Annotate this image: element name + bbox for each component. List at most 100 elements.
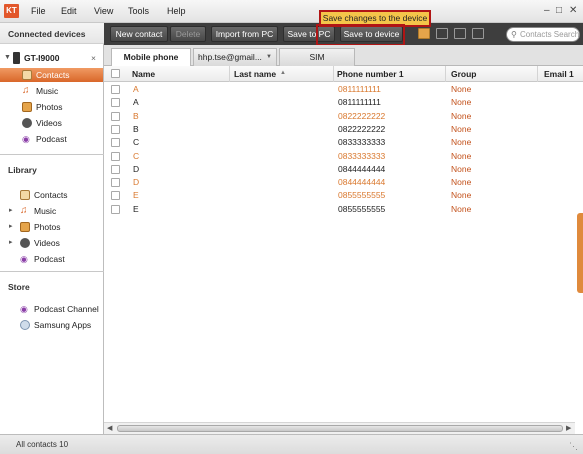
menu-file[interactable]: File (31, 6, 46, 16)
sidebar-item-label: Samsung Apps (34, 320, 92, 330)
close-icon[interactable]: ✕ (569, 5, 577, 17)
search-placeholder: Contacts Search (520, 30, 580, 39)
store-item-podcast-channel[interactable]: ◉ Podcast Channel (0, 302, 103, 316)
select-all-checkbox[interactable] (111, 69, 120, 78)
resize-grip-icon[interactable]: ⋱ (569, 441, 578, 452)
menu-edit[interactable]: Edit (61, 6, 77, 16)
sidebar: Connected devices ▼ GT-I9000 × Contacts … (0, 23, 104, 434)
import-from-pc-button[interactable]: Import from PC (211, 26, 278, 42)
cell-name: D (133, 163, 140, 174)
row-checkbox[interactable] (111, 151, 120, 161)
videos-icon (22, 118, 32, 128)
chevron-right-icon[interactable]: ▸ (9, 204, 13, 218)
sidebar-item-label: Photos (36, 102, 63, 112)
sidebar-item-label: Contacts (34, 190, 68, 200)
connected-devices-header: Connected devices (0, 23, 104, 44)
cell-group: None (451, 190, 472, 201)
sidebar-item-label: Podcast (36, 134, 67, 144)
sort-ascending-icon[interactable]: ▲ (280, 70, 286, 76)
sidebar-item-photos[interactable]: Photos (0, 100, 103, 114)
cell-name: B (133, 110, 139, 121)
sidebar-item-podcast[interactable]: ◉ Podcast (0, 132, 103, 146)
row-checkbox[interactable] (111, 98, 120, 108)
row-checkbox[interactable] (111, 124, 120, 134)
tab-bar: Mobile phone hhp.tse@gmail... ▼ SIM (104, 45, 583, 67)
chevron-right-icon[interactable]: ▸ (9, 220, 13, 234)
videos-icon (20, 238, 30, 248)
table-header: Name Last name ▲ Phone number 1 Group Em… (104, 66, 583, 82)
search-input[interactable]: ⚲ Contacts Search (506, 27, 580, 42)
row-checkbox[interactable] (111, 85, 120, 94)
samsung-apps-icon (20, 320, 30, 330)
column-group[interactable]: Group (451, 69, 477, 79)
side-panel-toggle[interactable] (577, 213, 583, 293)
list-view-icon[interactable] (418, 28, 430, 39)
detail-view-icon[interactable] (454, 28, 466, 39)
delete-button[interactable]: Delete (170, 26, 206, 42)
menu-tools[interactable]: Tools (128, 6, 149, 16)
table-row[interactable]: D 0844444444 None (104, 163, 577, 176)
menu-view[interactable]: View (94, 6, 113, 16)
device-row[interactable]: ▼ GT-I9000 × (0, 51, 103, 65)
scroll-left-icon[interactable]: ◀ (107, 423, 112, 434)
chevron-down-icon[interactable]: ▼ (4, 51, 11, 65)
column-last-name[interactable]: Last name (234, 69, 276, 79)
status-bar: All contacts 10 ⋱ (0, 434, 583, 454)
tab-google-account[interactable]: hhp.tse@gmail... ▼ (193, 48, 277, 66)
maximize-icon[interactable]: □ (556, 5, 562, 17)
library-item-podcast[interactable]: ◉ Podcast (0, 252, 103, 266)
library-item-videos[interactable]: ▸ Videos (0, 236, 103, 250)
menu-bar: KT File Edit View Tools Help – □ ✕ (0, 0, 583, 23)
column-phone-number[interactable]: Phone number 1 (337, 69, 404, 79)
table-row[interactable]: A 0811111111 None (104, 96, 577, 109)
podcast-icon: ◉ (22, 134, 30, 144)
row-checkbox[interactable] (111, 204, 120, 214)
table-row[interactable]: B 0822222222 None (104, 123, 577, 136)
row-checkbox[interactable] (111, 138, 120, 148)
row-checkbox[interactable] (111, 111, 120, 121)
column-divider (333, 66, 334, 82)
cell-group: None (451, 137, 472, 148)
sidebar-item-videos[interactable]: Videos (0, 116, 103, 130)
scrollbar-thumb[interactable] (117, 425, 563, 432)
table-row[interactable]: D 0844444444 None (104, 176, 577, 189)
horizontal-scrollbar[interactable]: ◀ ▶ (104, 422, 575, 434)
library-item-photos[interactable]: ▸ Photos (0, 220, 103, 234)
cell-group: None (451, 110, 472, 121)
library-item-music[interactable]: ▸ ♫ Music (0, 204, 103, 218)
row-checkbox[interactable] (111, 178, 120, 188)
cell-phone: 0822222222 (338, 110, 386, 121)
library-item-contacts[interactable]: Contacts (0, 188, 103, 202)
scroll-right-icon[interactable]: ▶ (566, 423, 571, 434)
chevron-right-icon[interactable]: ▸ (9, 236, 13, 250)
table-row[interactable]: C 0833333333 None (104, 150, 577, 163)
group-view-icon[interactable] (472, 28, 484, 39)
cell-phone: 0855555555 (338, 203, 386, 214)
table-row[interactable]: B 0822222222 None (104, 110, 577, 123)
cell-phone: 0844444444 (338, 163, 386, 174)
table-row[interactable]: C 0833333333 None (104, 136, 577, 149)
sidebar-item-contacts[interactable]: Contacts (0, 68, 103, 82)
column-email[interactable]: Email 1 (544, 69, 574, 79)
menu-help[interactable]: Help (167, 6, 186, 16)
column-name[interactable]: Name (132, 69, 155, 79)
tab-sim[interactable]: SIM (279, 48, 355, 66)
cell-group: None (451, 163, 472, 174)
new-contact-button[interactable]: New contact (110, 26, 168, 42)
row-checkbox[interactable] (111, 164, 120, 174)
sidebar-item-label: Music (36, 86, 59, 96)
photos-icon (20, 222, 30, 232)
close-device-icon[interactable]: × (91, 51, 96, 65)
tab-label: hhp.tse@gmail... (198, 52, 262, 62)
sidebar-item-music[interactable]: ♫ Music (0, 84, 103, 98)
table-row[interactable]: E 0855555555 None (104, 189, 577, 202)
minimize-icon[interactable]: – (544, 5, 550, 17)
card-view-icon[interactable] (436, 28, 448, 39)
contacts-table: Name Last name ▲ Phone number 1 Group Em… (104, 66, 583, 422)
table-row[interactable]: E 0855555555 None (104, 203, 577, 216)
store-item-samsung-apps[interactable]: Samsung Apps (0, 318, 103, 332)
row-checkbox[interactable] (111, 191, 120, 201)
chevron-down-icon[interactable]: ▼ (266, 49, 272, 65)
table-row[interactable]: A 0811111111 None (104, 83, 577, 96)
tab-mobile-phone[interactable]: Mobile phone (111, 48, 191, 67)
